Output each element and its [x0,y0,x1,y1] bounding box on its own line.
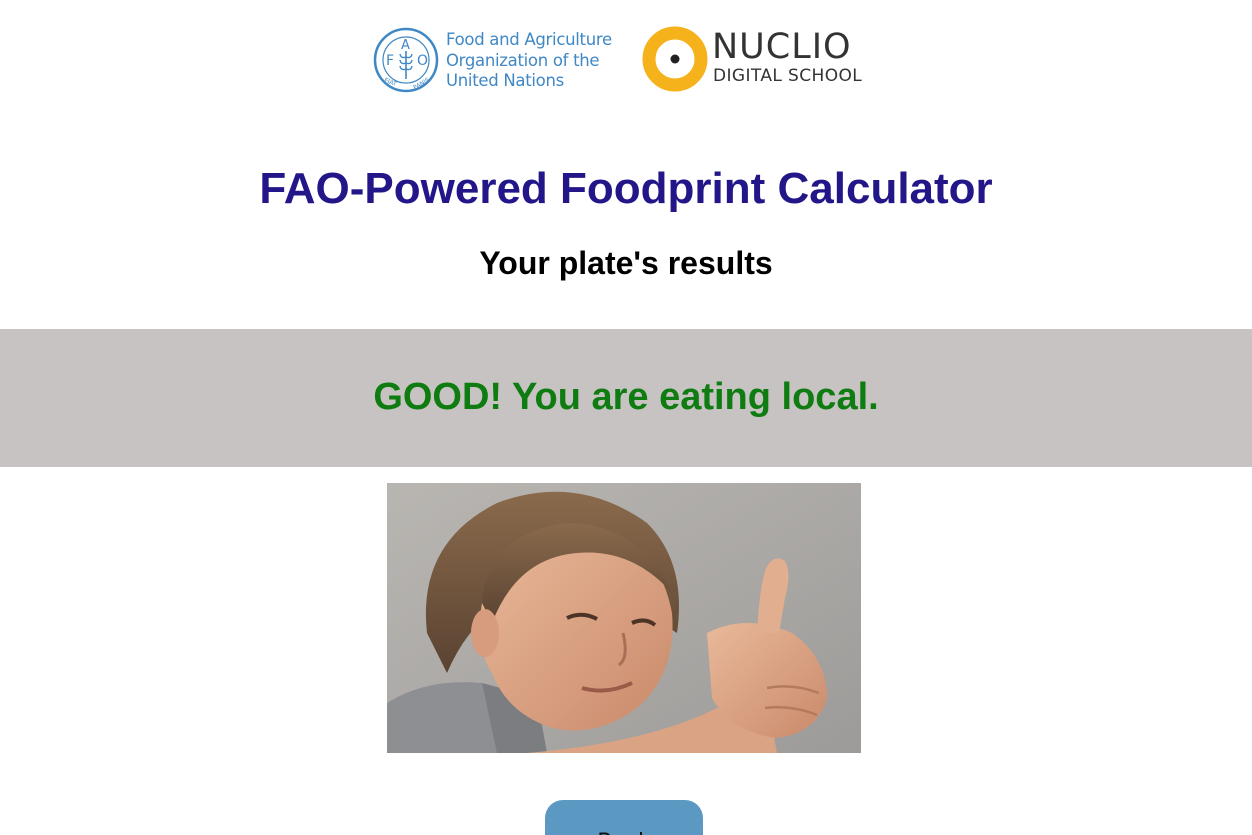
svg-text:F: F [386,53,394,69]
page-title: FAO-Powered Foodprint Calculator [259,164,993,213]
nuclio-subtitle: DIGITAL SCHOOL [713,66,863,86]
svg-text:O: O [417,53,428,69]
fao-name: Food and Agriculture Organization of the… [446,30,612,92]
nuclio-name: NUCLIO [712,27,852,67]
back-button[interactable]: Back [545,800,703,835]
nuclio-ring-icon [642,26,708,92]
page-subtitle: Your plate's results [479,245,773,281]
results-page: F A O FIAT PANIS Food and Agriculture Or… [0,0,1252,835]
svg-text:A: A [401,38,410,53]
thumbs-up-photo [387,483,861,753]
logo-bar: F A O FIAT PANIS Food and Agriculture Or… [0,24,1252,96]
fao-name-line3: United Nations [446,71,564,90]
thumbs-up-illustration [387,483,861,753]
svg-text:PANIS: PANIS [412,77,431,92]
fao-name-line1: Food and Agriculture [446,30,612,49]
fao-logo: F A O FIAT PANIS Food and Agriculture Or… [373,26,613,94]
nuclio-logo: NUCLIO DIGITAL SCHOOL [641,24,881,96]
fao-wheat-emblem-icon: F A O FIAT PANIS [373,27,439,93]
fao-name-line2: Organization of the [446,50,600,70]
result-banner: GOOD! You are eating local. [0,329,1252,467]
result-message: GOOD! You are eating local. [373,376,879,418]
